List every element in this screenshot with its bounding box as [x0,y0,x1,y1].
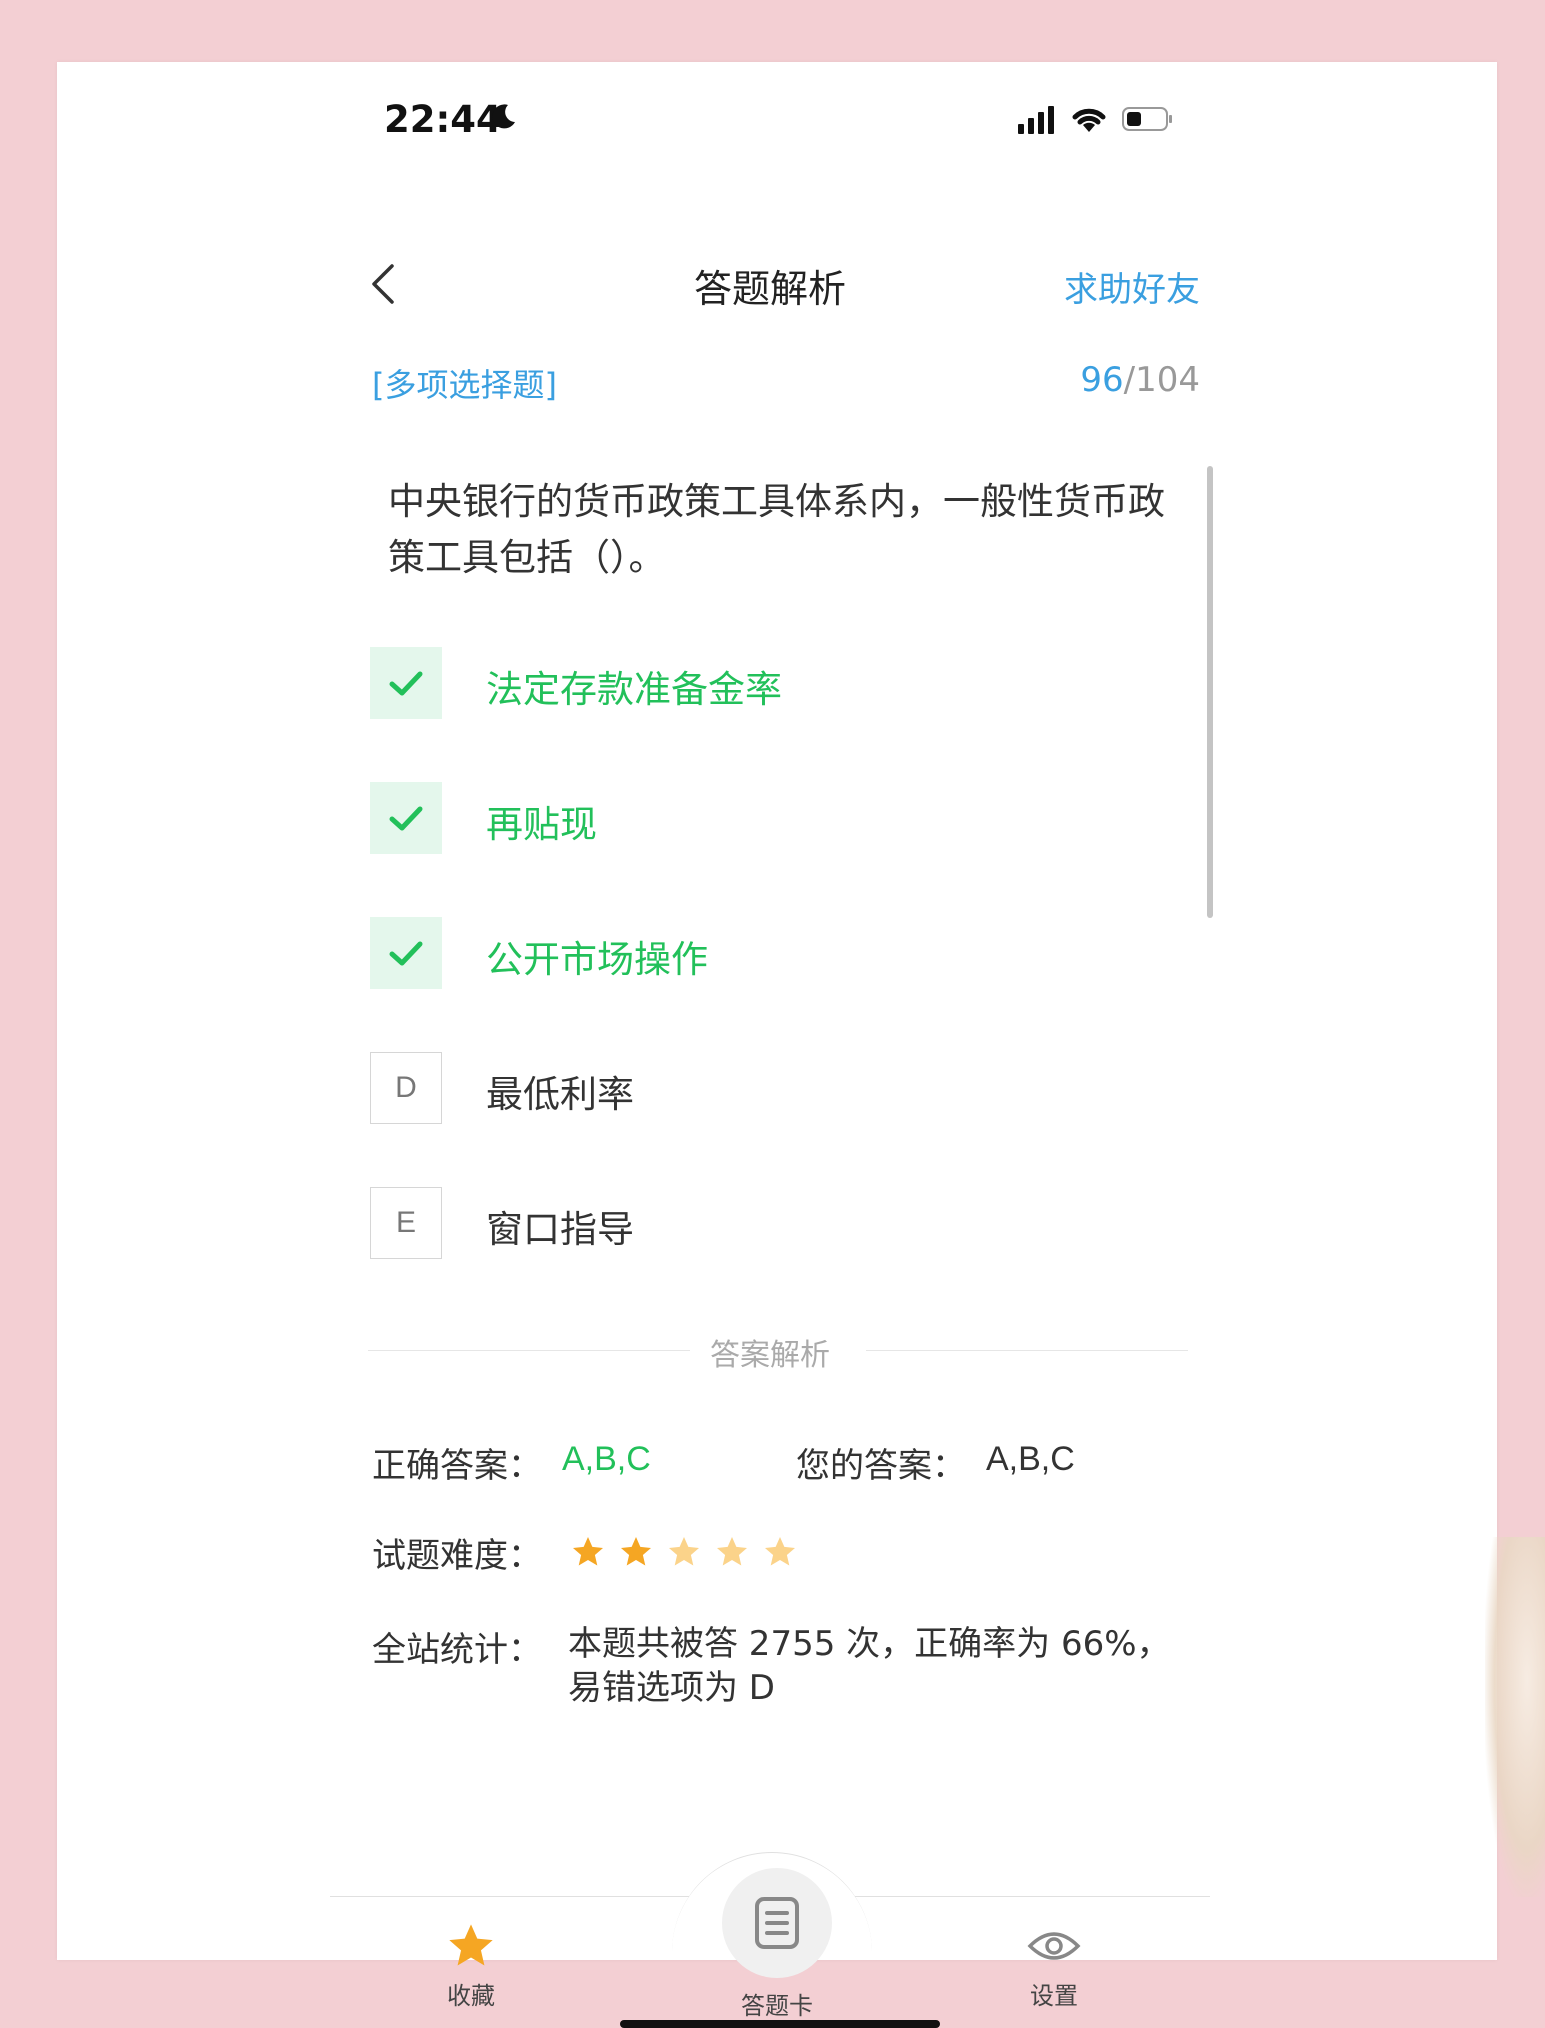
star-empty-icon [669,1537,699,1566]
status-time: 22:44 [384,98,502,141]
answer-card-icon [755,1897,799,1949]
scrollbar[interactable] [1207,466,1213,918]
stats-line-2: 易错选项为 D [568,1668,775,1708]
option-c[interactable]: 公开市场操作 [370,917,1150,989]
eye-icon [1027,1932,1081,1960]
check-icon [370,917,442,989]
option-d[interactable]: D 最低利率 [370,1052,1150,1124]
question-counter: 96/104 [1080,360,1200,400]
option-label: 公开市场操作 [486,938,708,981]
question-type: [多项选择题] [372,366,557,404]
option-letter: E [370,1187,442,1259]
correct-answer-label: 正确答案： [372,1446,542,1486]
divider-right [866,1350,1188,1351]
analysis-title: 答案解析 [710,1338,830,1373]
stats-label: 全站统计： [372,1630,542,1670]
tab-answer-card-label[interactable]: 答题卡 [700,1986,854,2021]
question-current: 96 [1080,360,1124,400]
question-text: 中央银行的货币政策工具体系内，一般性货币政策工具包括（）。 [388,480,1165,579]
difficulty-stars [570,1534,798,1570]
tab-answer-card-button[interactable] [722,1868,832,1978]
battery-icon [1122,107,1172,131]
check-icon [370,782,442,854]
tab-favorite-label: 收藏 [447,1982,495,2010]
correct-answer-value: A,B,C [562,1440,651,1478]
question-total: /104 [1123,360,1200,400]
tab-settings[interactable]: 设置 [1004,1920,1104,2011]
tab-settings-label: 设置 [1030,1982,1078,2010]
option-label: 窗口指导 [486,1208,634,1251]
option-label: 再贴现 [486,803,597,846]
option-label: 最低利率 [486,1073,634,1116]
star-empty-icon [717,1537,747,1566]
star-filled-icon [573,1537,603,1566]
option-e[interactable]: E 窗口指导 [370,1187,1150,1259]
option-letter: D [370,1052,442,1124]
home-indicator[interactable] [620,2020,940,2028]
option-b[interactable]: 再贴现 [370,782,1150,854]
stats-text: 本题共被答 2755 次，正确率为 66%， 易错选项为 D [568,1622,1208,1710]
star-empty-icon [765,1537,795,1566]
star-filled-icon [621,1537,651,1566]
your-answer-label: 您的答案： [796,1446,966,1486]
your-answer-value: A,B,C [986,1440,1075,1478]
option-label: 法定存款准备金率 [486,668,782,711]
phone-screen: 22:44 答题解析 求助好友 [多项选择题] 96/104 中央银行的货币政策… [330,62,1213,2028]
signal-icon [1018,106,1054,134]
wifi-icon [1072,108,1106,132]
stats-line-1: 本题共被答 2755 次，正确率为 66%， [568,1624,1171,1664]
moon-icon [492,104,515,129]
difficulty-label: 试题难度： [372,1536,542,1576]
help-friend-button[interactable]: 求助好友 [1064,262,1200,311]
decorative-flower [1485,1537,1545,1897]
check-icon [370,647,442,719]
tab-favorite[interactable]: 收藏 [426,1920,516,2011]
option-a[interactable]: 法定存款准备金率 [370,647,1150,719]
star-icon [449,1924,493,1966]
